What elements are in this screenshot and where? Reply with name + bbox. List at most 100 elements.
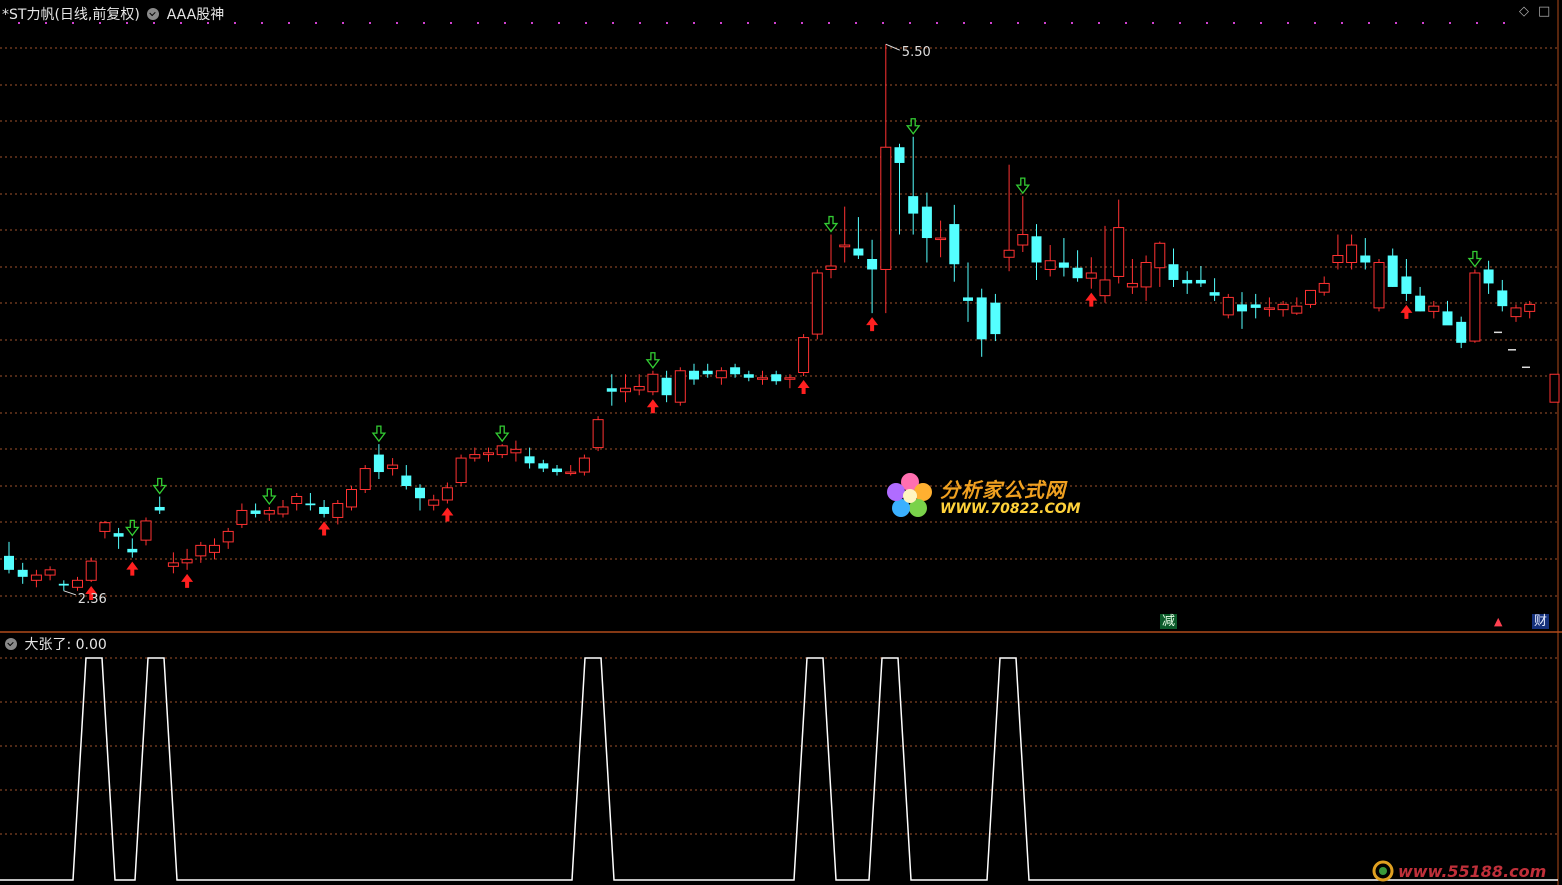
top-marker-dot [666, 22, 668, 24]
high-pointer [885, 43, 900, 51]
candle-body-down [524, 456, 535, 464]
top-marker-dot [1260, 22, 1262, 24]
candle-body-up [483, 452, 494, 456]
up-triangle-icon: ▲ [1494, 615, 1503, 628]
check-circle-icon[interactable] [5, 638, 17, 650]
candle-body-down [552, 468, 562, 473]
sell-arrow-icon [905, 118, 921, 135]
candle-body-down [1182, 279, 1193, 284]
top-marker-dot [936, 22, 938, 24]
buy-arrow-icon [318, 521, 331, 536]
top-marker-dot [477, 22, 479, 24]
candle-body-up [647, 373, 659, 393]
candle-body-up [620, 387, 631, 393]
candle-body-down [894, 147, 905, 163]
sub-indicator-value: : 0.00 [66, 637, 107, 653]
candle-body-up [1318, 282, 1330, 293]
candle-body-up [1222, 296, 1234, 316]
candle-body-up [674, 370, 686, 403]
badge-cai[interactable]: 财 [1532, 614, 1550, 629]
candle-body-down [1058, 262, 1069, 268]
candle-body-up [1346, 244, 1358, 263]
candle-body-up [1305, 289, 1316, 305]
candle-body-up [72, 579, 83, 588]
candle-body-up [592, 419, 604, 449]
candle-body-up [1003, 249, 1015, 258]
candle-body-up [181, 558, 193, 564]
candle-body-up [633, 385, 645, 391]
top-marker-dot [828, 22, 830, 24]
candle-body-up [565, 471, 577, 475]
top-marker-dot [693, 22, 695, 24]
candle-body-up [346, 489, 357, 508]
candle-body-up [469, 454, 481, 459]
candle-body-down [1497, 290, 1508, 307]
candle-body-up [140, 520, 152, 541]
candle-body-up [263, 509, 275, 515]
candle-body-down [113, 533, 124, 537]
top-marker-dot [639, 22, 641, 24]
indicator-name[interactable]: AAA股神 [167, 7, 225, 23]
candle-body-up [1332, 255, 1344, 263]
low-pointer [63, 590, 76, 596]
badge-jian[interactable]: 减 [1160, 614, 1178, 629]
candle-body-up [332, 502, 344, 518]
sell-arrow-icon [494, 425, 510, 443]
candle-body-down [154, 506, 165, 511]
top-marker-dot [585, 22, 587, 24]
top-marker-dot [1098, 22, 1100, 24]
candle-body-down [689, 370, 699, 380]
sell-arrow-icon [645, 352, 661, 369]
candle-body-down [1401, 276, 1412, 294]
candle-body-up [784, 377, 796, 380]
top-marker-dot [504, 22, 506, 24]
top-marker-dot [396, 22, 398, 24]
candle-body-down [305, 503, 316, 506]
expand-icon[interactable]: ◇ [1519, 4, 1529, 19]
check-circle-icon[interactable] [147, 8, 160, 20]
candle-body-up [757, 377, 768, 380]
candle-body-down [373, 454, 384, 473]
candle-body-up [1140, 261, 1152, 288]
candle-body-up [195, 544, 207, 557]
candle-body-up [30, 574, 42, 581]
candle-body-up [1428, 305, 1440, 312]
candle-body-down [661, 377, 672, 396]
candle-body-up [1044, 260, 1056, 270]
candle-body-down [743, 374, 754, 378]
candle-body-up [428, 499, 440, 506]
watermark-url: WWW.70822.COM [940, 501, 1081, 517]
top-marker-dot [1017, 22, 1019, 24]
candle-body-up [839, 244, 851, 248]
buy-arrow-icon [646, 399, 659, 414]
candle-body-down [853, 248, 864, 256]
candle-body-down [771, 374, 782, 382]
swirl-logo-icon [1372, 860, 1394, 882]
top-marker-dot [531, 22, 533, 24]
candle-body-up [1277, 303, 1289, 311]
candle-body-down [538, 463, 549, 469]
candle-body-up [1099, 279, 1111, 297]
candle-body-up [1291, 305, 1303, 314]
top-marker-dot [369, 22, 371, 24]
candle-body-down [976, 297, 987, 340]
candle-body-up [1126, 282, 1138, 288]
top-marker-dot [963, 22, 965, 24]
top-marker-dot [747, 22, 749, 24]
candle-body-up [85, 560, 97, 581]
top-marker-dot [1179, 22, 1181, 24]
candle-body-up [496, 445, 508, 456]
candle-body-down [1360, 255, 1371, 263]
candle-body-up [99, 522, 111, 532]
chart-title: *ST力帆(日线,前复权) AAA股神 [2, 4, 224, 24]
candle-body-up [387, 464, 399, 470]
close-icon[interactable]: □ [1538, 4, 1550, 19]
candle-body-down [1483, 269, 1494, 284]
low-label: 2.36 [78, 592, 107, 607]
candle-body-up [1469, 272, 1481, 342]
candle-body-down [702, 370, 713, 375]
sell-arrow-icon [1467, 250, 1483, 268]
candle-body-up [1263, 307, 1275, 310]
buy-arrow-icon [1400, 304, 1413, 319]
top-marker-dot [990, 22, 992, 24]
